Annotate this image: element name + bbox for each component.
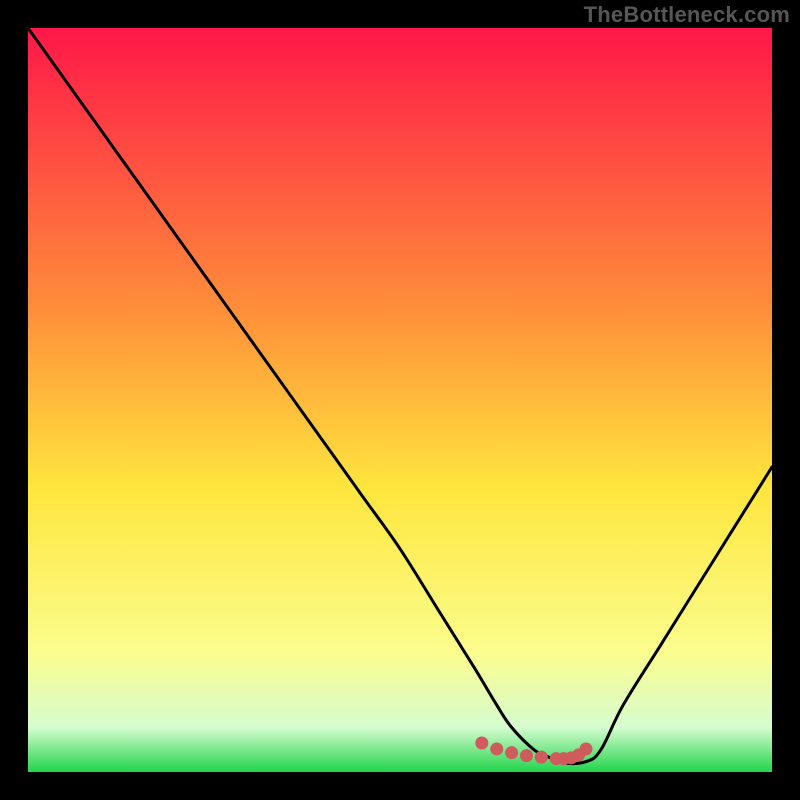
plot-area [28, 28, 772, 772]
marker-dot [490, 742, 503, 755]
optimal-range-markers [475, 736, 592, 765]
chart-frame: TheBottleneck.com [0, 0, 800, 800]
watermark-label: TheBottleneck.com [584, 2, 790, 28]
marker-dot [505, 746, 518, 759]
marker-dot [535, 751, 548, 764]
marker-dot [475, 736, 488, 749]
marker-dot [580, 742, 593, 755]
marker-layer [28, 28, 772, 772]
marker-dot [520, 749, 533, 762]
